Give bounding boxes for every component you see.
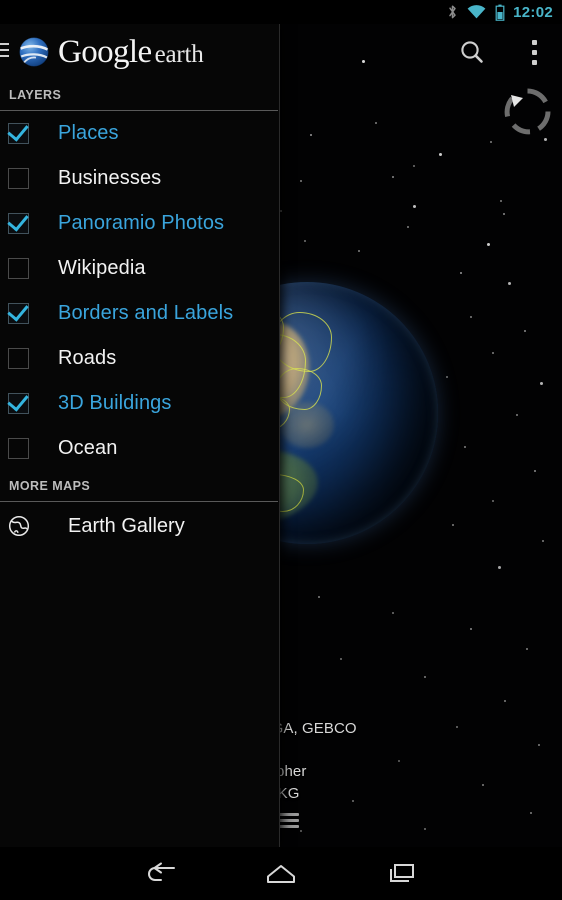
brand-earth-text: earth: [154, 41, 204, 68]
battery-icon: [495, 4, 505, 21]
layer-label: Wikipedia: [58, 257, 146, 279]
earth-gallery-label: Earth Gallery: [68, 514, 185, 537]
home-button[interactable]: [221, 847, 341, 900]
checkbox-checked[interactable]: [7, 389, 29, 414]
layers-section-header: LAYERS: [0, 80, 279, 110]
layer-item-roads[interactable]: Roads: [0, 336, 279, 381]
search-icon: [460, 40, 483, 63]
layer-label: Borders and Labels: [58, 302, 234, 324]
bluetooth-icon: [447, 4, 458, 20]
layer-label: 3D Buildings: [58, 392, 172, 414]
globe-icon: [8, 515, 30, 537]
app-screen: S. Navy, NGA, GEBCO 3 Google ate Geograp…: [0, 0, 562, 900]
compass-icon[interactable]: [500, 84, 555, 139]
back-button[interactable]: [101, 847, 221, 900]
status-bar: 12:02: [0, 0, 562, 24]
layer-item-businesses[interactable]: Businesses: [0, 156, 279, 201]
more-maps-section-title: MORE MAPS: [9, 479, 91, 493]
home-icon: [267, 864, 295, 883]
checkbox-checked[interactable]: [7, 209, 29, 234]
brand-wordmark: Google earth: [58, 34, 204, 70]
layers-section-title: LAYERS: [9, 88, 62, 102]
overflow-menu-icon: [531, 37, 537, 67]
layer-item-wikipedia[interactable]: Wikipedia: [0, 246, 279, 291]
layer-item-borders-and-labels[interactable]: Borders and Labels: [0, 291, 279, 336]
android-navigation-bar: [0, 847, 562, 900]
recent-apps-button[interactable]: [341, 847, 461, 900]
layer-label: Places: [58, 122, 119, 144]
layer-label: Roads: [58, 347, 117, 369]
hamburger-menu-icon[interactable]: [0, 43, 9, 57]
section-divider: [0, 501, 278, 502]
recent-apps-icon: [390, 863, 414, 882]
wifi-icon: [467, 4, 486, 20]
layer-item-panoramio-photos[interactable]: Panoramio Photos: [0, 201, 279, 246]
overflow-menu-button[interactable]: [506, 24, 562, 80]
checkbox-checked[interactable]: [7, 119, 29, 144]
layer-label: Businesses: [58, 167, 162, 189]
checkbox-checked[interactable]: [7, 299, 29, 324]
section-divider: [0, 110, 278, 111]
layer-item-ocean[interactable]: Ocean: [0, 426, 279, 471]
checkbox-unchecked[interactable]: [8, 438, 29, 459]
layers-navigation-drawer: Google earth LAYERS Places Businesses Pa…: [0, 24, 280, 847]
drawer-brand-header: Google earth: [0, 24, 279, 80]
more-maps-section-header: MORE MAPS: [0, 471, 279, 501]
status-bar-clock: 12:02: [513, 3, 553, 21]
layer-label: Ocean: [58, 437, 118, 459]
more-maps-item-earth-gallery[interactable]: Earth Gallery: [0, 502, 279, 550]
back-arrow-icon: [148, 862, 175, 881]
layer-label: Panoramio Photos: [58, 212, 225, 234]
search-button[interactable]: [444, 24, 500, 80]
checkbox-unchecked[interactable]: [8, 168, 29, 189]
brand-google-text: Google: [58, 34, 152, 70]
layer-item-3d-buildings[interactable]: 3D Buildings: [0, 381, 279, 426]
checkbox-unchecked[interactable]: [8, 258, 29, 279]
legend-lines-icon[interactable]: [279, 813, 299, 828]
layer-item-places[interactable]: Places: [0, 111, 279, 156]
checkbox-unchecked[interactable]: [8, 348, 29, 369]
google-earth-globe-icon: [18, 36, 50, 68]
